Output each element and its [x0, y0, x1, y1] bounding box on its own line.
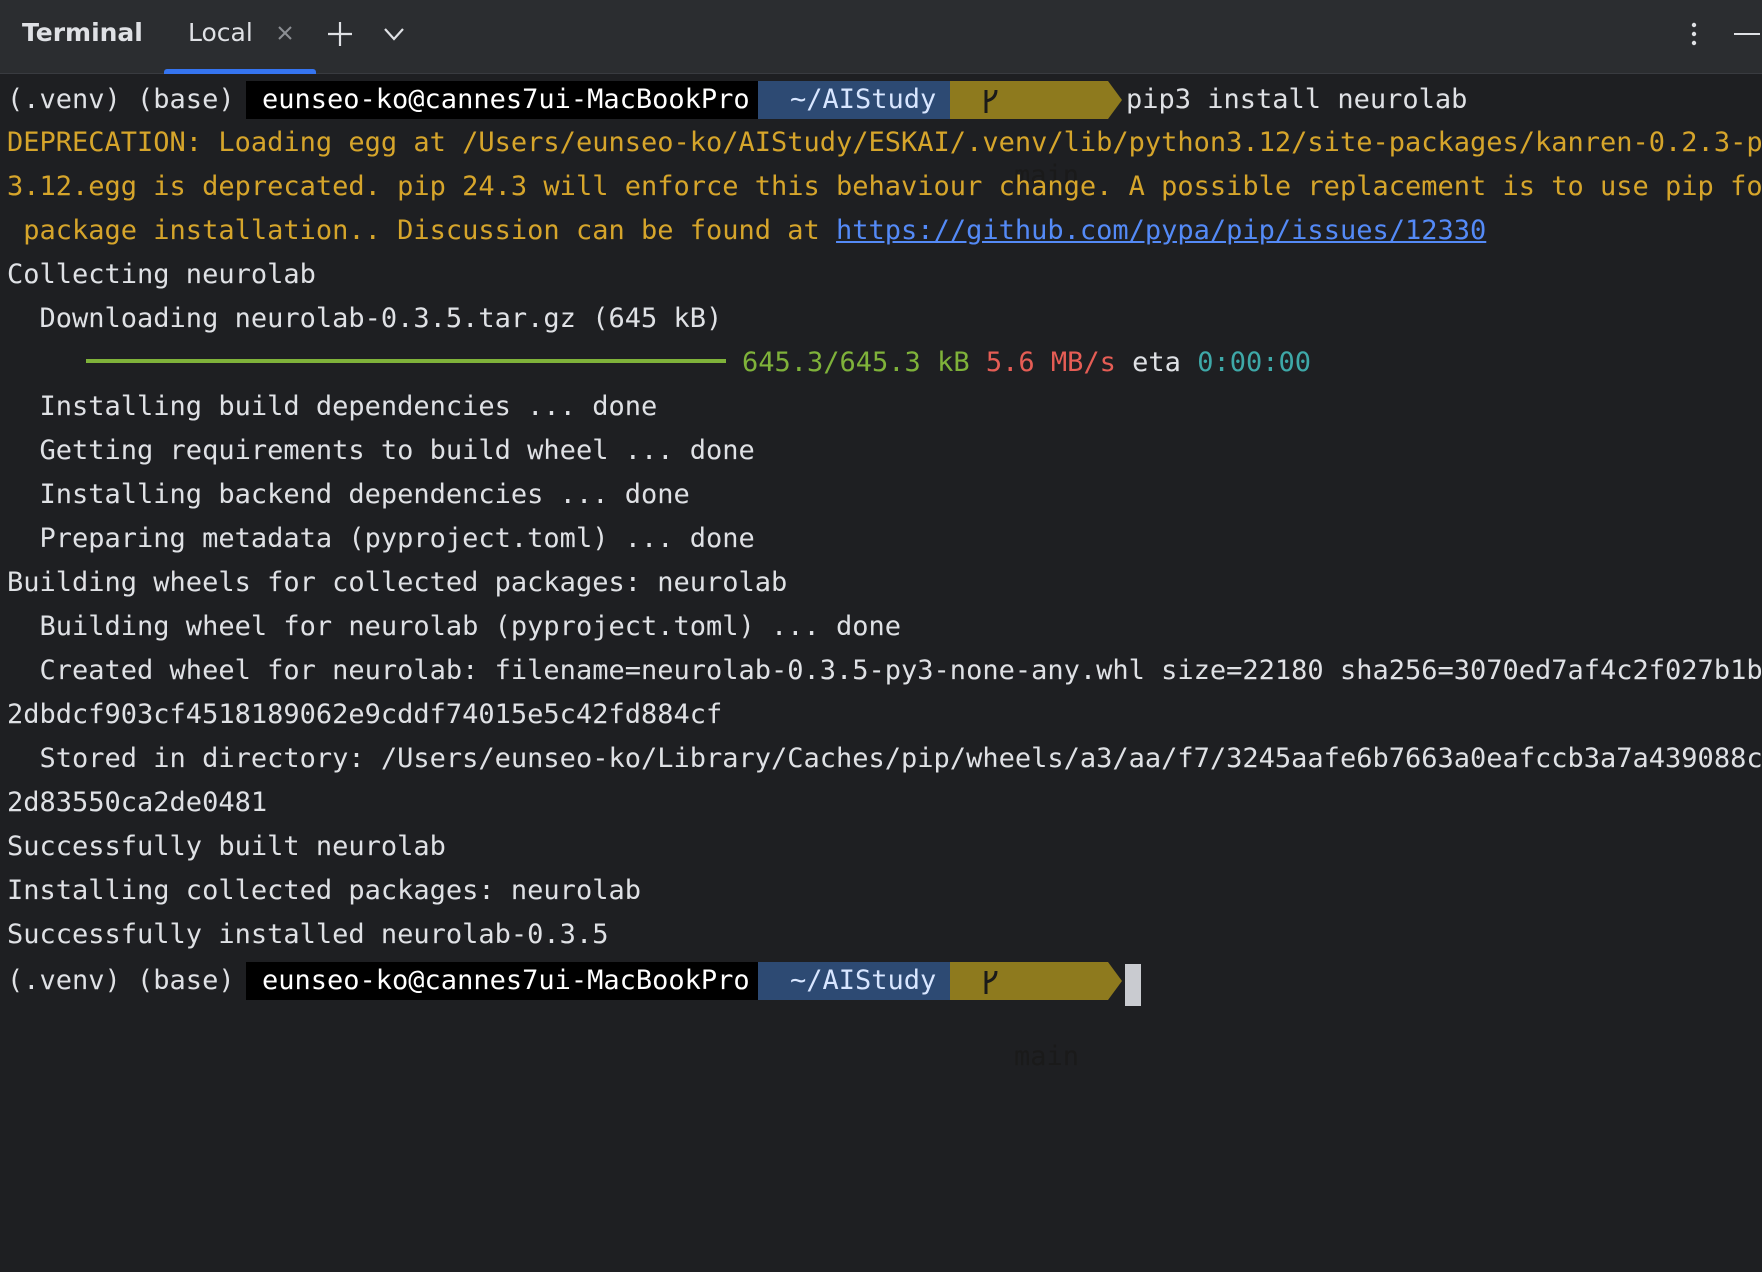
deprecation-line: DEPRECATION: Loading egg at /Users/eunse… — [7, 127, 1762, 158]
prompt-branch: main — [950, 81, 1108, 191]
tool-window-title: Terminal — [22, 18, 143, 47]
terminal-output[interactable]: (.venv) (base) eunseo-ko@cannes7ui-MacBo… — [0, 75, 1762, 1072]
text-cursor[interactable] — [1125, 964, 1141, 1006]
prompt-path: ~/AIStudy — [758, 81, 950, 119]
prompt-path: ~/AIStudy — [758, 962, 950, 1000]
prompt-separator — [1108, 81, 1122, 119]
chevron-down-icon[interactable] — [378, 18, 410, 50]
output-line: Downloading neurolab-0.3.5.tar.gz (645 k… — [7, 303, 723, 334]
prompt-branch: main — [950, 962, 1108, 1072]
prompt-user-host: eunseo-ko@cannes7ui-MacBookPro — [246, 962, 758, 1000]
git-branch-icon — [984, 89, 998, 113]
more-options-icon[interactable] — [1678, 18, 1710, 50]
output-line: Successfully built neurolab — [7, 831, 446, 862]
prompt-env: (.venv) (base) — [7, 965, 235, 996]
terminal-toolbar: Terminal Local — [0, 0, 1762, 74]
output-line: 2d83550ca2de0481 — [7, 787, 268, 818]
prompt-line: (.venv) (base) eunseo-ko@cannes7ui-MacBo… — [0, 81, 1467, 191]
minimize-icon[interactable] — [1730, 18, 1762, 50]
output-line: Building wheel for neurolab (pyproject.t… — [7, 611, 902, 642]
output-line: Installing collected packages: neurolab — [7, 875, 641, 906]
output-line: Getting requirements to build wheel ... … — [7, 435, 755, 466]
output-line: Collecting neurolab — [7, 259, 316, 290]
prompt-line: (.venv) (base) eunseo-ko@cannes7ui-MacBo… — [0, 962, 1141, 1072]
deprecation-line: package installation.. Discussion can be… — [7, 215, 1487, 246]
git-branch-icon — [984, 970, 998, 994]
close-icon[interactable] — [274, 22, 296, 44]
add-tab-icon[interactable] — [324, 18, 356, 50]
progress-fill — [86, 359, 726, 363]
tab-label: Local — [188, 18, 253, 47]
output-line: 2dbdcf903cf4518189062e9cddf74015e5c42fd8… — [7, 699, 723, 730]
tab-local[interactable]: Local — [164, 0, 316, 74]
output-line: Preparing metadata (pyproject.toml) ... … — [7, 523, 755, 554]
command-text: pip3 install neurolab — [1126, 84, 1468, 115]
output-line: Installing backend dependencies ... done — [7, 479, 690, 510]
deprecation-line: 3.12.egg is deprecated. pip 24.3 will en… — [7, 171, 1762, 202]
prompt-user-host: eunseo-ko@cannes7ui-MacBookPro — [246, 81, 758, 119]
prompt-separator — [1108, 962, 1122, 1000]
output-line: Stored in directory: /Users/eunseo-ko/Li… — [7, 743, 1762, 774]
progress-stats: 645.3/645.3 kB 5.6 MB/s eta 0:00:00 — [742, 347, 1311, 378]
output-line: Building wheels for collected packages: … — [7, 567, 788, 598]
output-line: Installing build dependencies ... done — [7, 391, 658, 422]
issue-link[interactable]: https://github.com/pypa/pip/issues/12330 — [836, 215, 1486, 246]
active-tab-indicator — [164, 69, 316, 74]
download-progress-bar — [86, 359, 726, 363]
output-line: Successfully installed neurolab-0.3.5 — [7, 919, 609, 950]
prompt-env: (.venv) (base) — [7, 84, 235, 115]
output-line: Created wheel for neurolab: filename=neu… — [7, 655, 1762, 686]
